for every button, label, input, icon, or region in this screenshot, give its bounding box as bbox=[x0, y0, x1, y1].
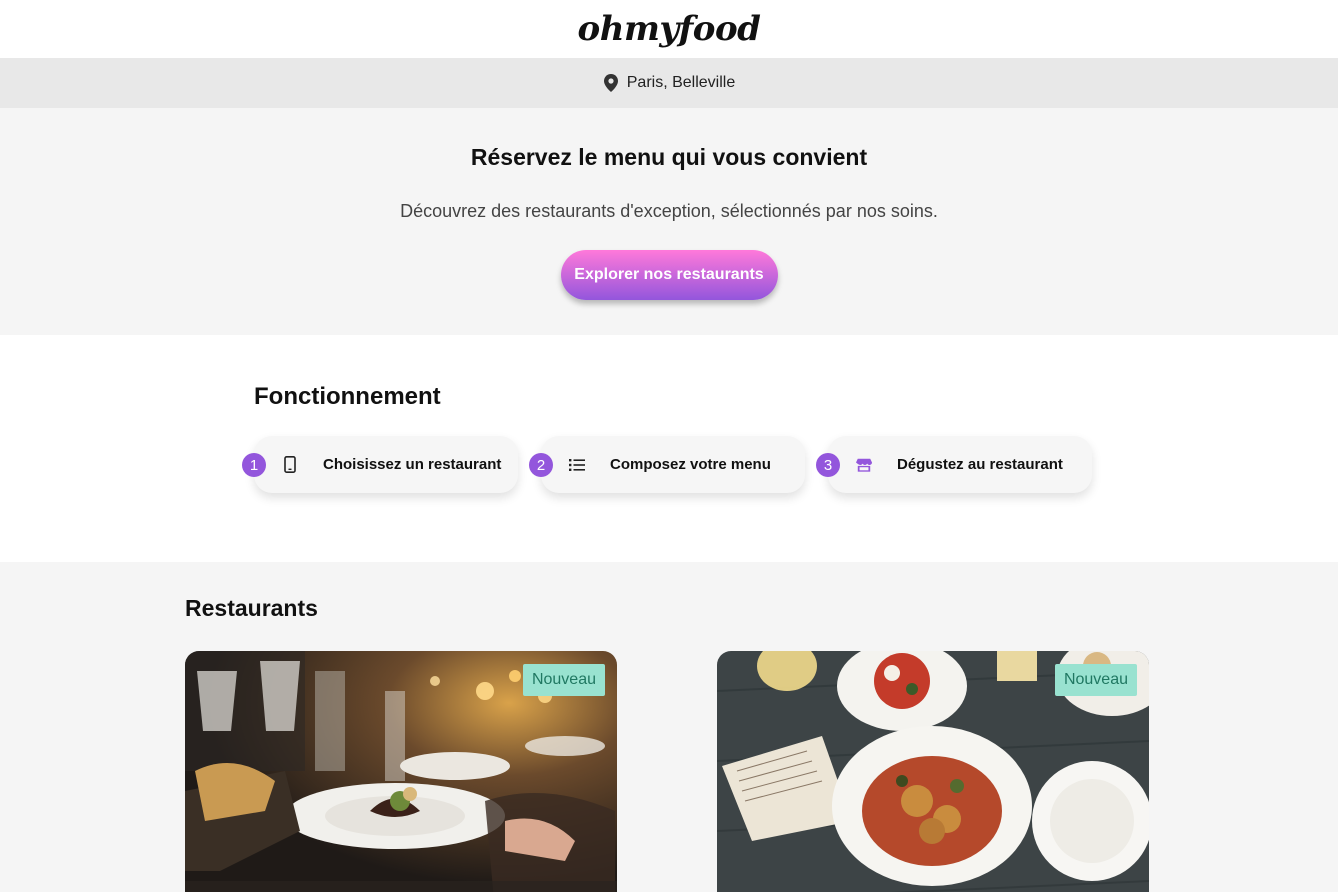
hero-subtitle: Découvrez des restaurants d'exception, s… bbox=[400, 201, 938, 221]
step-number: 1 bbox=[242, 453, 266, 477]
how-it-works-title: Fonctionnement bbox=[254, 383, 441, 410]
step-label: Composez votre menu bbox=[610, 456, 771, 473]
step-label: Choisissez un restaurant bbox=[323, 456, 502, 473]
map-pin-icon bbox=[603, 73, 619, 93]
restaurant-photo[interactable]: Nouveau bbox=[717, 651, 1149, 892]
store-icon bbox=[856, 457, 872, 473]
explore-restaurants-button[interactable]: Explorer nos restaurants bbox=[560, 250, 778, 300]
step-choose-restaurant: 1 Choisissez un restaurant bbox=[242, 436, 518, 493]
step-compose-menu: 2 Composez votre menu bbox=[529, 436, 805, 493]
step-enjoy-restaurant: 3 Dégustez au restaurant bbox=[816, 436, 1092, 493]
mobile-phone-icon bbox=[282, 456, 298, 473]
step-number: 3 bbox=[816, 453, 840, 477]
site-logo[interactable]: ohmyfood bbox=[578, 9, 761, 49]
restaurant-photo[interactable]: Nouveau bbox=[185, 651, 617, 892]
site-header: ohmyfood bbox=[0, 0, 1338, 58]
step-label: Dégustez au restaurant bbox=[897, 456, 1063, 473]
restaurant-card[interactable]: Nouveau bbox=[717, 651, 1149, 892]
location-text: Paris, Belleville bbox=[626, 74, 736, 91]
how-it-works-section: Fonctionnement 1 Choisissez un restauran… bbox=[0, 335, 1338, 562]
restaurants-section: Restaurants Nouveau Nouveau bbox=[0, 562, 1338, 892]
restaurants-title: Restaurants bbox=[185, 595, 318, 621]
hero-title: Réservez le menu qui vous convient bbox=[470, 144, 868, 170]
hero-section: Réservez le menu qui vous convient Décou… bbox=[0, 108, 1338, 335]
list-icon bbox=[569, 457, 585, 473]
new-badge: Nouveau bbox=[1054, 664, 1137, 696]
location-bar: Paris, Belleville bbox=[0, 58, 1338, 108]
step-number: 2 bbox=[529, 453, 553, 477]
restaurant-card[interactable]: Nouveau bbox=[185, 651, 617, 892]
new-badge: Nouveau bbox=[522, 664, 605, 696]
